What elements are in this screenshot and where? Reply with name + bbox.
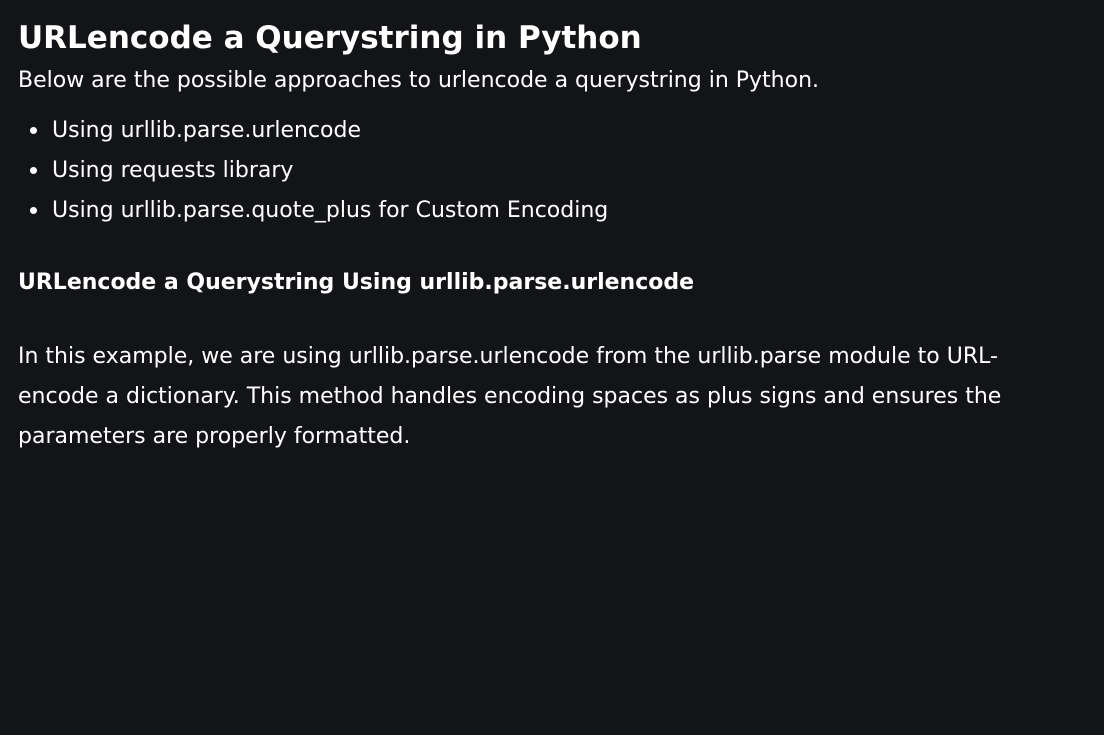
intro-paragraph: Below are the possible approaches to url… <box>18 68 820 93</box>
list-item-label: Using requests library <box>52 158 294 183</box>
approaches-list: Using urllib.parse.urlencode Using reque… <box>18 111 1078 231</box>
list-item: Using urllib.parse.quote_plus for Custom… <box>18 191 1078 231</box>
article: URLencode a Querystring in Python Below … <box>18 16 1078 457</box>
list-item: Using requests library <box>18 151 1078 191</box>
page-title: URLencode a Querystring in Python <box>18 20 642 56</box>
list-item: Using urllib.parse.urlencode <box>18 111 1078 151</box>
section-paragraph: In this example, we are using urllib.par… <box>18 344 1002 449</box>
bullet-icon <box>30 127 37 134</box>
list-item-label: Using urllib.parse.urlencode <box>52 118 361 143</box>
bullet-icon <box>30 207 37 214</box>
section-heading: URLencode a Querystring Using urllib.par… <box>18 270 695 295</box>
bullet-icon <box>30 167 37 174</box>
list-item-label: Using urllib.parse.quote_plus for Custom… <box>52 198 609 223</box>
